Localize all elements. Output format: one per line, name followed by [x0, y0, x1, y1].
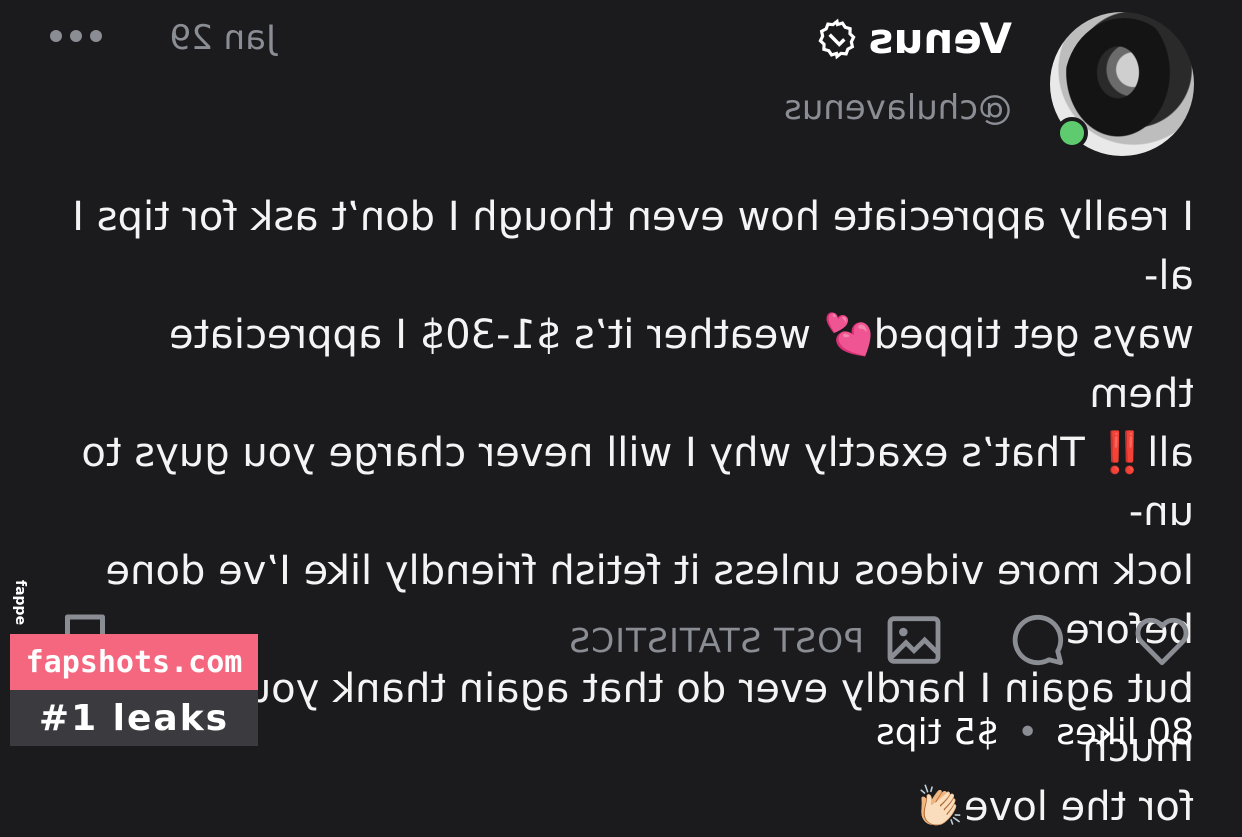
action-bar: POST STATISTICS: [568, 608, 1194, 672]
author-handle[interactable]: @chulavenus: [784, 88, 1012, 128]
post-statistics-button[interactable]: POST STATISTICS: [568, 608, 946, 672]
tips-count[interactable]: $5 tips: [876, 712, 999, 753]
likes-count[interactable]: 80 likes: [1056, 712, 1194, 753]
author-row: Venus: [817, 14, 1013, 63]
online-status-dot: [1056, 117, 1088, 149]
post-statistics-label: POST STATISTICS: [568, 620, 864, 660]
heart-icon[interactable]: [1130, 608, 1194, 672]
author-name[interactable]: Venus: [869, 14, 1013, 63]
image-stats-icon: [887, 616, 941, 664]
verified-badge-icon: [818, 18, 857, 59]
count-separator: •: [1017, 712, 1039, 753]
watermark-vertical-text: fappe: [12, 580, 28, 626]
watermark-site: fapshots.com: [10, 634, 258, 690]
watermark-tagline: #1 leaks: [10, 690, 258, 746]
more-dots-icon[interactable]: [50, 30, 102, 42]
post-counts: 80 likes • $5 tips: [876, 712, 1194, 753]
post-date: Jan 29: [169, 18, 276, 58]
comment-icon[interactable]: [1006, 608, 1070, 672]
